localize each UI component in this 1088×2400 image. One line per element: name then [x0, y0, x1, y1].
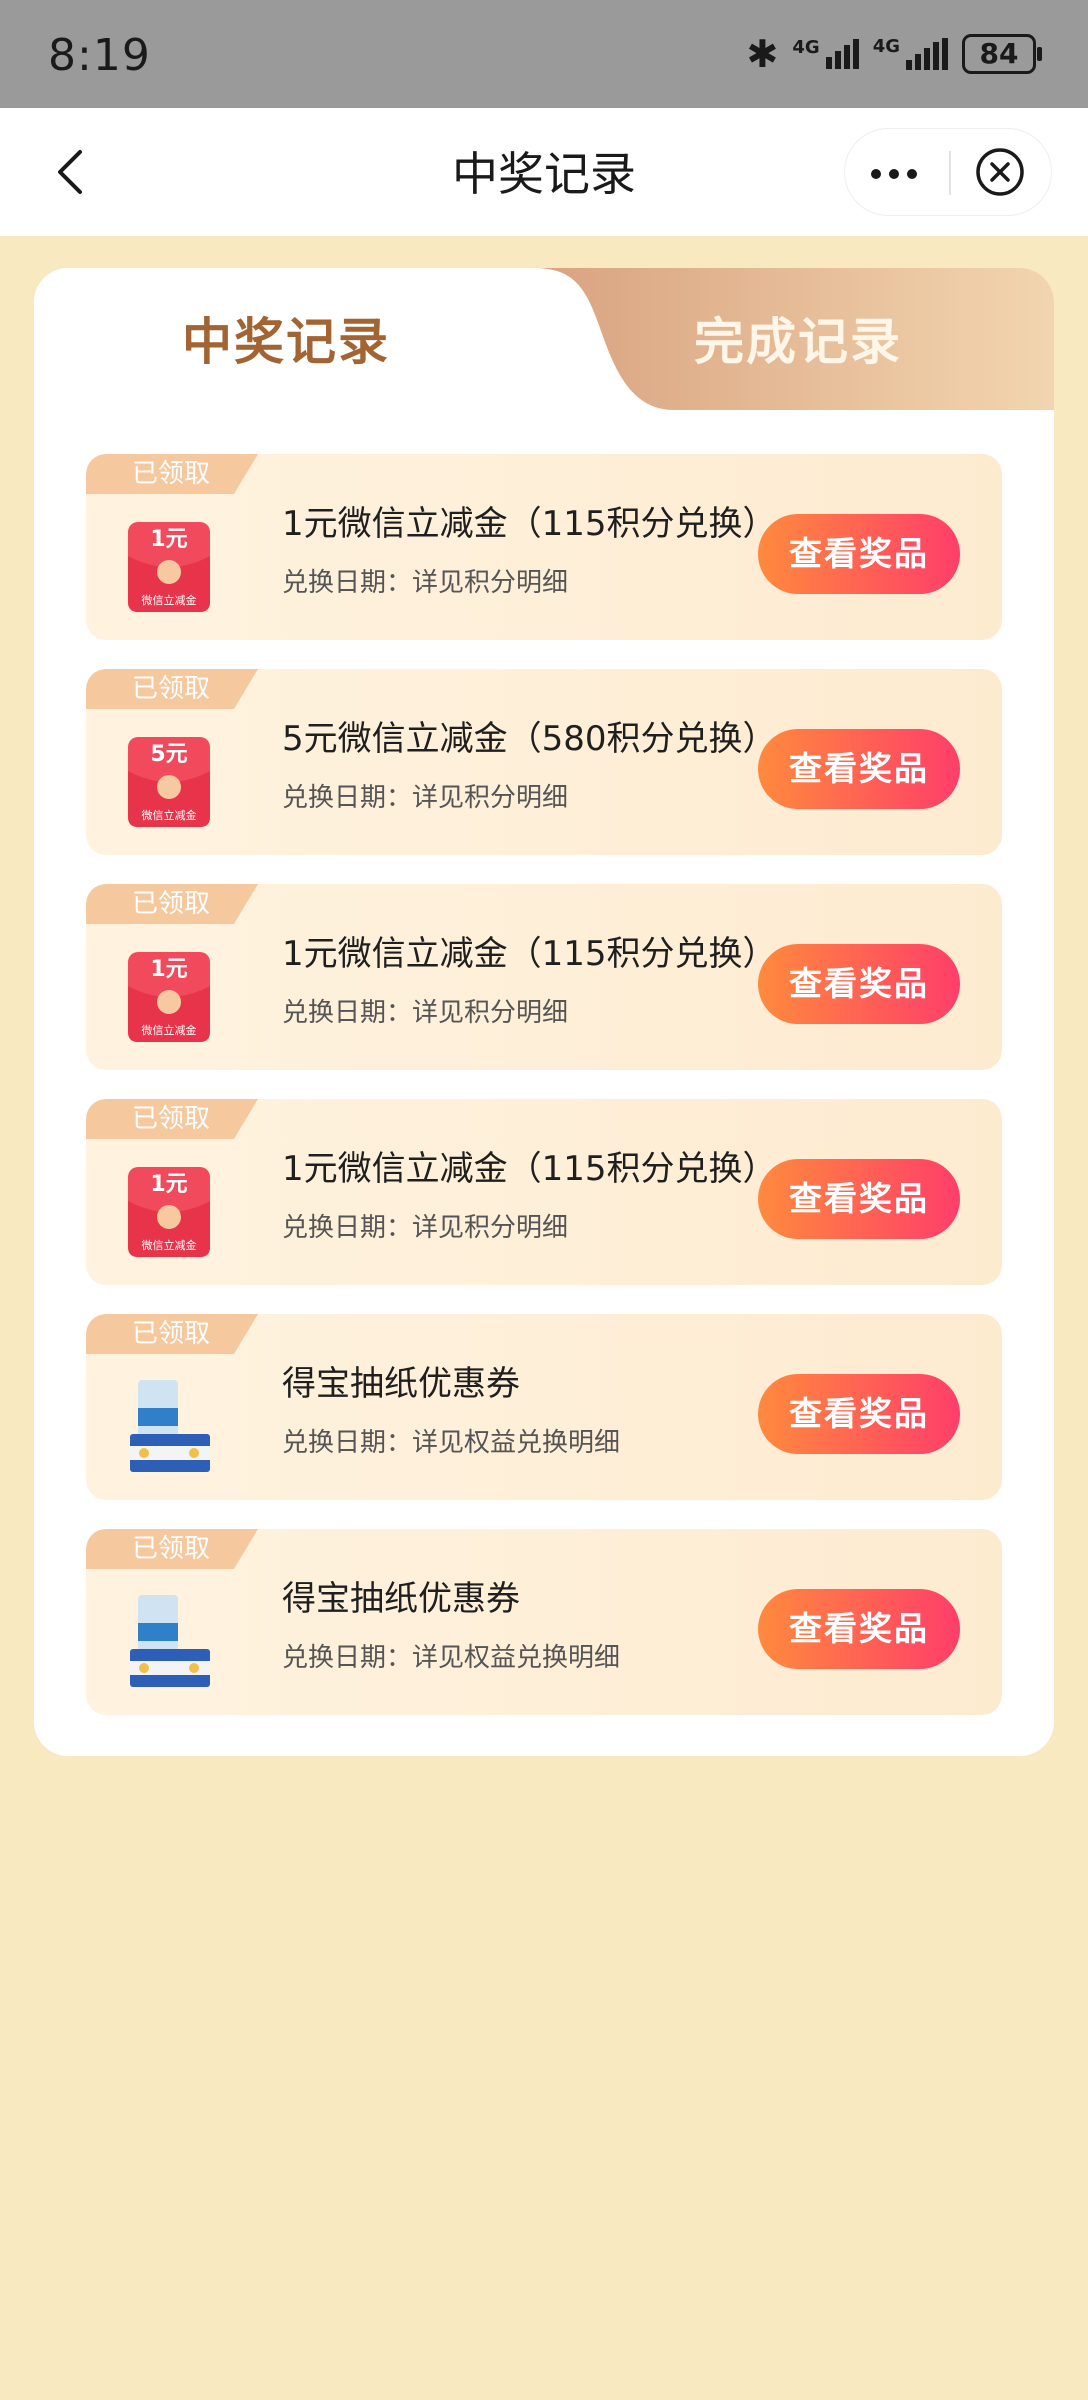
redpacket-amount: 5元 — [150, 742, 187, 767]
list-item: 已领取 1元 微信立减金 1元微信立减金（115积分兑换） 兑换日期：详见积分明… — [86, 1099, 1002, 1285]
view-prize-button[interactable]: 查看奖品 — [758, 1159, 960, 1239]
record-subtitle: 兑换日期：详见权益兑换明细 — [282, 1428, 621, 1458]
record-title: 1元微信立减金（115积分兑换） — [282, 934, 777, 974]
list-item: 已领取 得宝抽纸优惠券 兑换日期：详见权益兑换明细 查看奖品 — [86, 1529, 1002, 1715]
network-type-1: 4G — [792, 37, 820, 58]
status-bar: 8:19 ✱ 4G 4G 84 — [0, 0, 1088, 108]
record-title: 5元微信立减金（580积分兑换） — [282, 719, 777, 759]
view-prize-button[interactable]: 查看奖品 — [758, 514, 960, 594]
record-subtitle: 兑换日期：详见积分明细 — [282, 783, 569, 813]
signal-icon-2: 4G — [873, 38, 948, 70]
status-time: 8:19 — [48, 30, 151, 81]
list-item: 已领取 1元 微信立减金 1元微信立减金（115积分兑换） 兑换日期：详见积分明… — [86, 454, 1002, 640]
status-badge: 已领取 — [86, 1529, 258, 1569]
list-item: 已领取 1元 微信立减金 1元微信立减金（115积分兑换） 兑换日期：详见积分明… — [86, 884, 1002, 1070]
status-badge: 已领取 — [86, 1099, 258, 1139]
redpacket-icon: 5元 微信立减金 — [124, 731, 214, 831]
close-icon[interactable] — [975, 147, 1025, 197]
record-title: 得宝抽纸优惠券 — [282, 1364, 520, 1404]
capsule-divider — [949, 151, 951, 195]
redpacket-icon: 1元 微信立减金 — [124, 516, 214, 616]
tissue-product-image — [124, 1591, 214, 1691]
redpacket-amount: 1元 — [150, 1172, 187, 1197]
view-prize-button[interactable]: 查看奖品 — [758, 1374, 960, 1454]
status-badge: 已领取 — [86, 454, 258, 494]
view-prize-button[interactable]: 查看奖品 — [758, 944, 960, 1024]
bluetooth-icon: ✱ — [746, 32, 779, 76]
status-badge: 已领取 — [86, 1314, 258, 1354]
record-title: 得宝抽纸优惠券 — [282, 1579, 520, 1619]
record-subtitle: 兑换日期：详见权益兑换明细 — [282, 1643, 621, 1673]
records-list: 已领取 1元 微信立减金 1元微信立减金（115积分兑换） 兑换日期：详见积分明… — [86, 454, 1002, 1744]
record-subtitle: 兑换日期：详见积分明细 — [282, 1213, 569, 1243]
redpacket-caption: 微信立减金 — [142, 1238, 197, 1252]
status-icons: ✱ 4G 4G 84 — [746, 32, 1042, 76]
record-subtitle: 兑换日期：详见积分明细 — [282, 568, 569, 598]
redpacket-caption: 微信立减金 — [142, 593, 197, 607]
miniprogram-capsule — [844, 128, 1052, 216]
tab-complete-records[interactable]: 完成记录 — [694, 302, 902, 374]
redpacket-amount: 1元 — [150, 527, 187, 552]
view-prize-button[interactable]: 查看奖品 — [758, 1589, 960, 1669]
redpacket-caption: 微信立减金 — [142, 808, 197, 822]
redpacket-caption: 微信立减金 — [142, 1023, 197, 1037]
status-badge: 已领取 — [86, 884, 258, 924]
record-title: 1元微信立减金（115积分兑换） — [282, 1149, 777, 1189]
redpacket-icon: 1元 微信立减金 — [124, 1161, 214, 1261]
list-item: 已领取 5元 微信立减金 5元微信立减金（580积分兑换） 兑换日期：详见积分明… — [86, 669, 1002, 855]
record-subtitle: 兑换日期：详见积分明细 — [282, 998, 569, 1028]
nav-bar: 中奖记录 — [0, 108, 1088, 236]
redpacket-amount: 1元 — [150, 957, 187, 982]
battery-icon: 84 — [962, 34, 1042, 74]
records-card: 中奖记录 完成记录 已领取 1元 微信立减金 1元微信立减金（115积分兑换） … — [34, 268, 1054, 1756]
tissue-product-image — [124, 1376, 214, 1476]
tab-win-records[interactable]: 中奖记录 — [182, 302, 390, 374]
more-icon[interactable] — [871, 169, 917, 179]
status-badge: 已领取 — [86, 669, 258, 709]
view-prize-button[interactable]: 查看奖品 — [758, 729, 960, 809]
network-type-2: 4G — [872, 36, 900, 57]
record-title: 1元微信立减金（115积分兑换） — [282, 504, 777, 544]
list-item: 已领取 得宝抽纸优惠券 兑换日期：详见权益兑换明细 查看奖品 — [86, 1314, 1002, 1500]
signal-icon-1: 4G — [792, 37, 859, 69]
redpacket-icon: 1元 微信立减金 — [124, 946, 214, 1046]
